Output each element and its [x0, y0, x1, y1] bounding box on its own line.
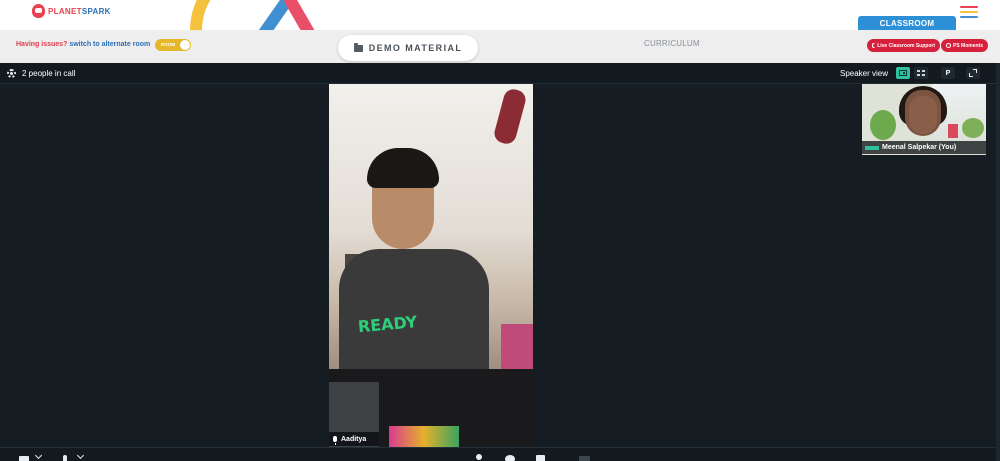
- fullscreen-button[interactable]: [966, 67, 980, 79]
- top-header: [0, 0, 1000, 30]
- expand-icon: [969, 69, 977, 77]
- shirt-print: READY: [357, 312, 418, 337]
- logo-text-spark: SPARK: [81, 6, 111, 16]
- folder-icon: [353, 42, 363, 52]
- participants-icon[interactable]: [476, 454, 482, 460]
- self-face-inner: [909, 96, 937, 134]
- menu-line-3: [960, 16, 978, 18]
- microphone-icon[interactable]: [63, 455, 67, 461]
- grid-view-icon: [917, 70, 925, 76]
- screen-share-icon[interactable]: [536, 455, 545, 461]
- plant-right: [962, 118, 984, 138]
- classroom-tab[interactable]: CLASSROOM: [858, 16, 956, 31]
- main-participant-name-tag: Aaditya: [329, 432, 379, 446]
- self-name-tag: Meenal Salpekar (You): [862, 141, 986, 154]
- logo-mark-icon: [32, 4, 45, 18]
- classroom-page: PLANETSPARK CLASSROOM Having issues? swi…: [0, 0, 1000, 461]
- p-button[interactable]: P: [941, 67, 955, 79]
- people-in-call[interactable]: 2 people in call: [22, 69, 75, 78]
- mic-icon: [333, 436, 337, 445]
- curriculum-link[interactable]: CURRICULUM: [644, 39, 700, 48]
- more-options-icon[interactable]: [579, 456, 590, 461]
- gear-icon[interactable]: [7, 69, 16, 78]
- bottom-toolbar: [0, 447, 1000, 461]
- view-mode-label: Speaker view: [840, 69, 889, 78]
- demo-material-button[interactable]: DEMO MATERIAL: [338, 35, 478, 61]
- alternate-room-toggle[interactable]: ROOM: [155, 39, 191, 51]
- menu-line-2: [960, 11, 978, 13]
- self-participant-name: Meenal Salpekar (You): [882, 144, 957, 151]
- support-icon: [872, 43, 877, 48]
- colorful-book: [389, 426, 459, 447]
- hamburger-menu-icon[interactable]: [960, 6, 978, 18]
- main-participant-name: Aaditya: [341, 435, 367, 443]
- scrollbar[interactable]: [996, 63, 1000, 461]
- logo-text: PLANETSPARK: [48, 7, 111, 16]
- grid-view-button[interactable]: [914, 67, 928, 79]
- camera-icon[interactable]: [19, 456, 29, 461]
- planetspark-logo[interactable]: PLANETSPARK: [32, 4, 111, 18]
- chat-icon[interactable]: [505, 455, 515, 461]
- audio-level-indicator: [865, 145, 879, 150]
- plant-left: [870, 110, 896, 140]
- issues-question: Having issues?: [16, 41, 68, 48]
- ps-moments-label: PS Moments: [952, 42, 983, 49]
- alternate-room-link[interactable]: switch to alternate room: [69, 41, 150, 48]
- demo-material-label: DEMO MATERIAL: [368, 43, 463, 53]
- live-support-label: Live Classroom Support: [877, 42, 935, 49]
- speaker-view-icon: [899, 70, 907, 76]
- flower-pot: [948, 124, 958, 138]
- logo-text-planet: PLANET: [48, 6, 82, 16]
- speaker-view-button[interactable]: [896, 67, 910, 79]
- toggle-knob: [180, 40, 190, 50]
- toggle-label: ROOM: [161, 42, 175, 47]
- ps-moments-icon: [946, 43, 951, 48]
- main-participant-video: READY: [329, 84, 533, 447]
- ps-moments-button[interactable]: PS Moments: [941, 39, 988, 52]
- live-classroom-support-button[interactable]: Live Classroom Support: [867, 39, 940, 52]
- issues-notice: Having issues? switch to alternate room: [16, 41, 150, 48]
- menu-line-1: [960, 6, 978, 8]
